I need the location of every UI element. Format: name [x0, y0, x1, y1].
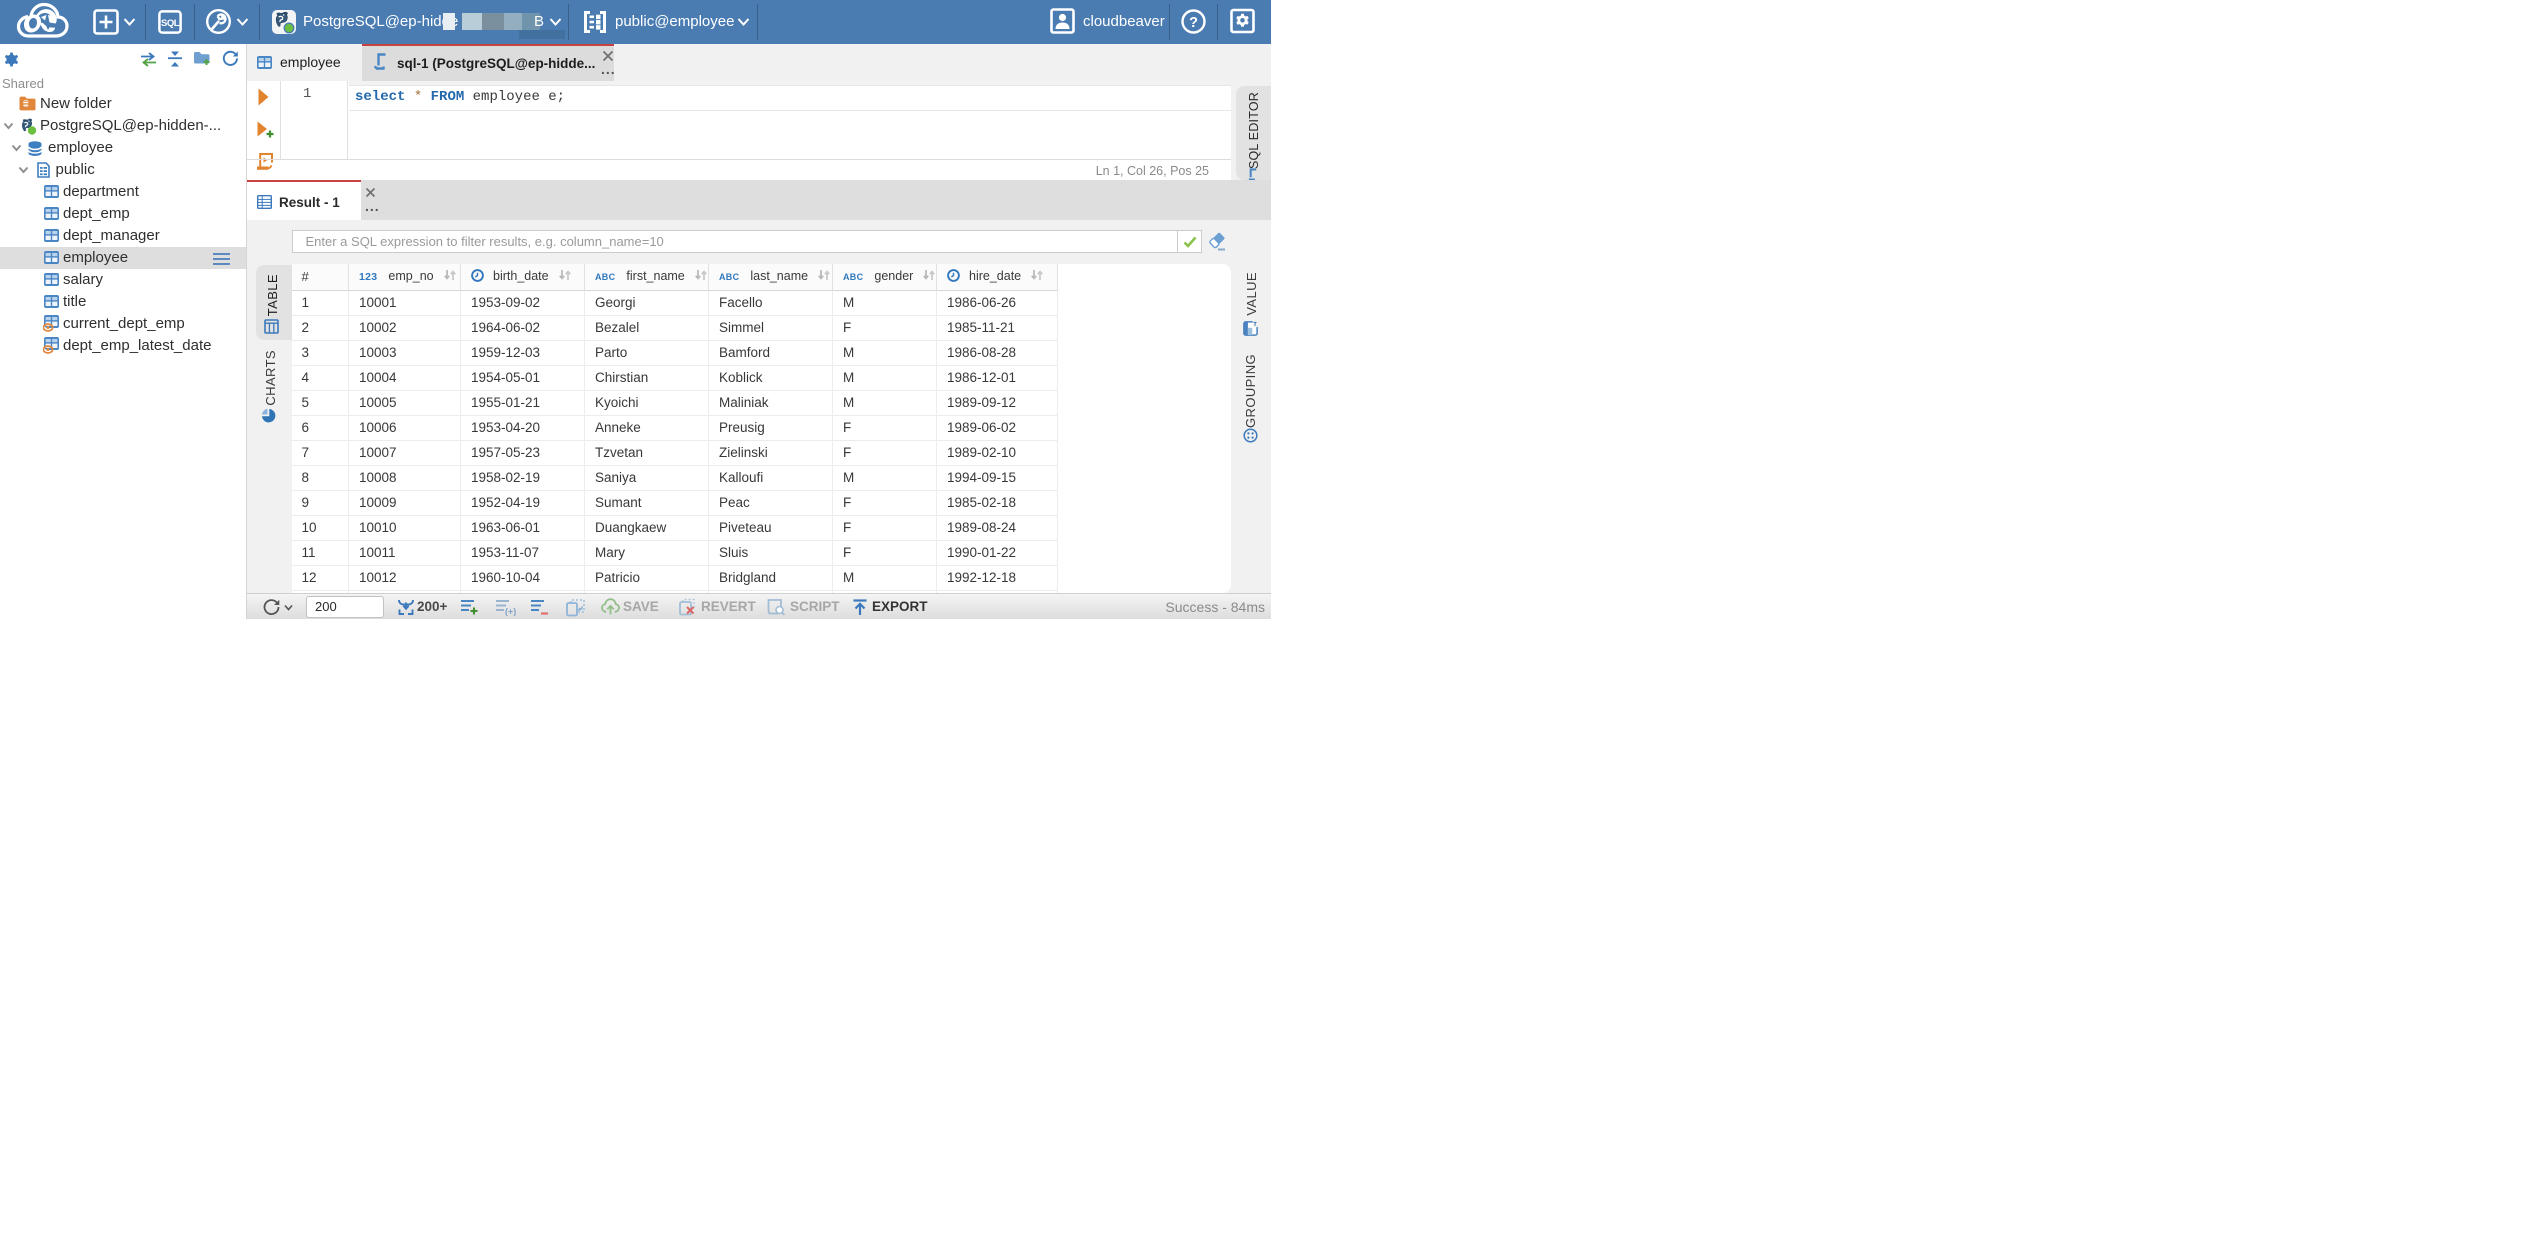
svg-text:SQL: SQL	[161, 18, 180, 29]
svg-text:(+): (+)	[505, 607, 516, 617]
svg-text:?: ?	[1189, 15, 1198, 31]
